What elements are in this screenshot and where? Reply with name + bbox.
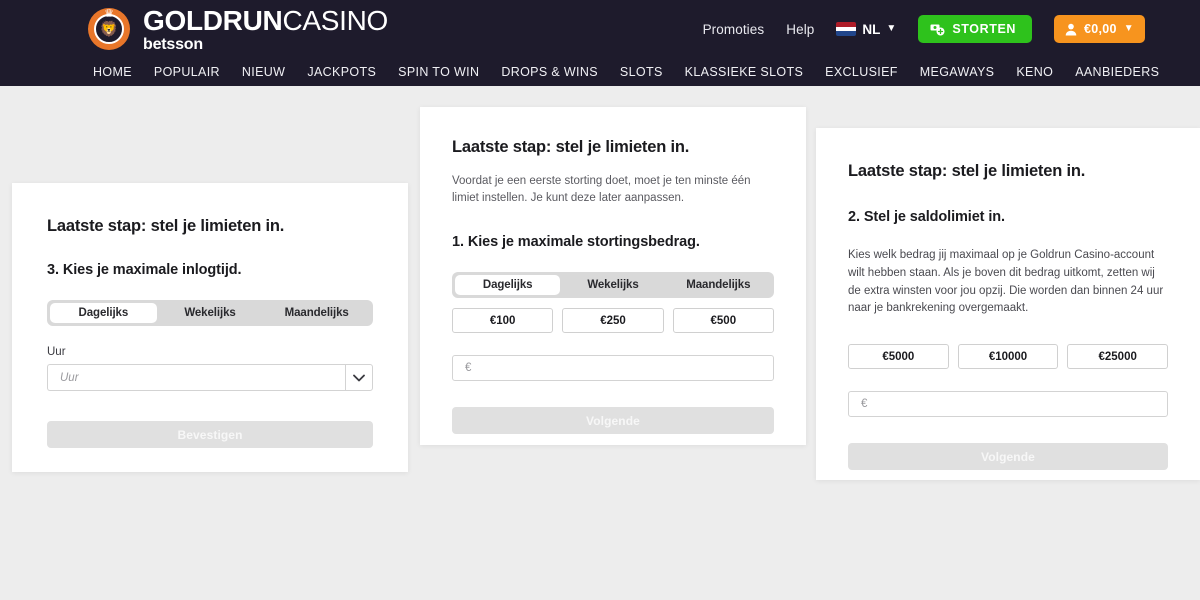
tab-dagelijks-middle[interactable]: Dagelijks [455, 275, 561, 296]
bevestigen-button[interactable]: Bevestigen [47, 421, 373, 448]
chevron-down-icon[interactable] [345, 364, 373, 391]
lion-crown-icon: ♛ 🦁 [88, 8, 130, 50]
nav-item-populair[interactable]: POPULAIR [154, 65, 220, 79]
volgende-button-right[interactable]: Volgende [848, 443, 1168, 471]
period-segmented-control-middle: Dagelijks Wekelijks Maandelijks [452, 272, 774, 299]
hour-select[interactable]: Uur [47, 364, 373, 391]
user-icon [1065, 23, 1077, 36]
preset-amounts-right: €5000 €10000 €25000 [848, 344, 1169, 370]
chevron-down-icon: ▼ [1123, 23, 1134, 34]
brand-name-light: CASINO [282, 4, 389, 36]
nav-item-slots[interactable]: SLOTS [620, 65, 663, 79]
tab-maandelijks-middle[interactable]: Maandelijks [666, 275, 771, 295]
brand-wordmark: GOLDRUNCASINO betsson [143, 6, 388, 53]
tab-dagelijks-left[interactable]: Dagelijks [50, 303, 157, 323]
page-title: Laatste stap: stel je limieten in. [47, 217, 285, 235]
tab-wekelijks-middle[interactable]: Wekelijks [560, 275, 665, 295]
limit-card-login-time: Laatste stap: stel je limieten in. 3. Ki… [12, 183, 408, 472]
intro-text: Voordat je een eerste storting doet, moe… [452, 175, 751, 204]
deposit-amount-input[interactable] [452, 355, 774, 382]
header-top-bar: ♛ 🦁 GOLDRUNCASINO betsson Promoties Help… [0, 0, 1200, 58]
step-title-3: 3. Kies je maximale inlogtijd. [47, 262, 242, 278]
step-title-2: 2. Stel je saldolimiet in. [848, 209, 1005, 225]
balance-limit-description: Kies welk bedrag jij maximaal op je Gold… [848, 249, 1164, 315]
limit-card-balance: Laatste stap: stel je limieten in. 2. St… [816, 128, 1200, 480]
page-title: Laatste stap: stel je limieten in. [452, 138, 690, 156]
deposit-button[interactable]: STORTEN [918, 15, 1033, 43]
hour-select-label: Uur [47, 346, 66, 358]
volgende-button-middle[interactable]: Volgende [452, 407, 774, 435]
money-plus-icon [930, 23, 945, 36]
hour-select-value: Uur [47, 364, 345, 391]
site-header: ♛ 🦁 GOLDRUNCASINO betsson Promoties Help… [0, 0, 1200, 86]
nav-item-klassieke-slots[interactable]: KLASSIEKE SLOTS [685, 65, 804, 79]
preset-amounts-middle: €100 €250 €500 [452, 308, 774, 334]
brand-logo[interactable]: ♛ 🦁 GOLDRUNCASINO betsson [88, 6, 388, 53]
nav-item-keno[interactable]: KENO [1016, 65, 1053, 79]
main-navigation: HOME POPULAIR NIEUW JACKPOTS SPIN TO WIN… [0, 58, 1200, 86]
language-selector[interactable]: NL ▼ [836, 22, 896, 37]
limit-card-deposit: Laatste stap: stel je limieten in. Voord… [420, 107, 806, 445]
header-actions: Promoties Help NL ▼ STORTEN €0,00 ▼ [703, 15, 1145, 43]
balance-amount: €0,00 [1084, 22, 1117, 36]
preset-amount-250[interactable]: €250 [562, 308, 664, 334]
page-title: Laatste stap: stel je limieten in. [848, 162, 1086, 180]
nav-item-exclusief[interactable]: EXCLUSIEF [825, 65, 898, 79]
nav-item-nieuw[interactable]: NIEUW [242, 65, 285, 79]
chevron-down-icon: ▼ [886, 23, 897, 34]
help-link[interactable]: Help [786, 22, 814, 37]
language-label: NL [862, 21, 881, 37]
nav-item-home[interactable]: HOME [93, 65, 132, 79]
deposit-button-label: STORTEN [952, 22, 1017, 36]
nav-item-megaways[interactable]: MEGAWAYS [920, 65, 995, 79]
preset-amount-10000[interactable]: €10000 [957, 344, 1059, 370]
limits-dialog-stage: Laatste stap: stel je limieten in. 3. Ki… [0, 86, 1200, 600]
crown-icon: ♛ [104, 8, 114, 20]
promoties-link[interactable]: Promoties [703, 22, 765, 37]
brand-name-bold: GOLDRUN [143, 4, 283, 36]
step-title-1: 1. Kies je maximale stortingsbedrag. [452, 234, 700, 251]
balance-amount-input[interactable] [848, 391, 1168, 418]
preset-amount-100[interactable]: €100 [452, 308, 554, 334]
brand-subtitle: betsson [143, 35, 203, 53]
nav-item-jackpots[interactable]: JACKPOTS [307, 65, 376, 79]
period-segmented-control-left: Dagelijks Wekelijks Maandelijks [47, 300, 373, 326]
nav-item-spin-to-win[interactable]: SPIN TO WIN [398, 65, 479, 79]
hour-select-group: Uur Uur [47, 346, 373, 391]
nav-item-drops-wins[interactable]: DROPS & WINS [501, 65, 598, 79]
preset-amount-25000[interactable]: €25000 [1067, 344, 1169, 370]
netherlands-flag-icon [836, 22, 857, 36]
preset-amount-5000[interactable]: €5000 [848, 344, 949, 370]
balance-button[interactable]: €0,00 ▼ [1054, 15, 1145, 43]
tab-maandelijks-left[interactable]: Maandelijks [263, 303, 370, 323]
nav-item-aanbieders[interactable]: AANBIEDERS [1075, 65, 1159, 79]
preset-amount-500[interactable]: €500 [672, 308, 774, 334]
tab-wekelijks-left[interactable]: Wekelijks [157, 303, 264, 323]
